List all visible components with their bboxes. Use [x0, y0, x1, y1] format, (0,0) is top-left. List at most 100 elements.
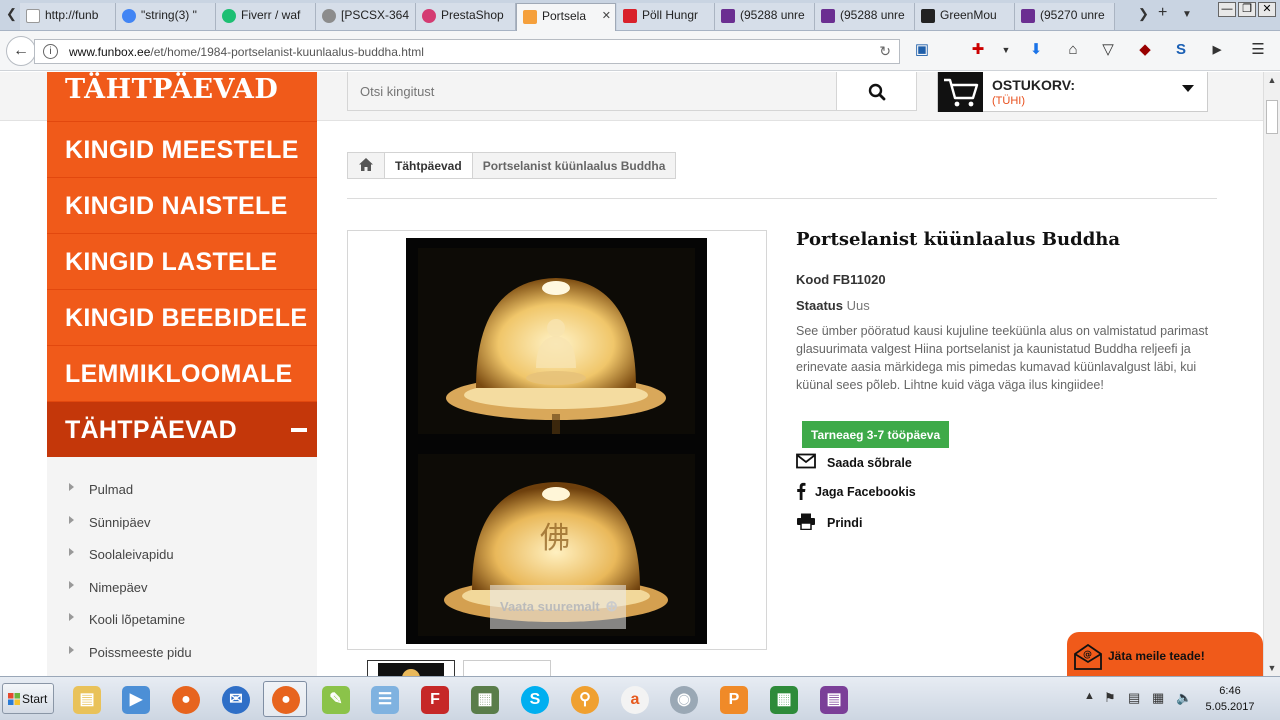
taskbar-network[interactable]: ▦: [462, 681, 506, 717]
zoom-button[interactable]: Vaata suuremalt ⊕: [490, 585, 626, 629]
minimize-icon[interactable]: —: [1218, 2, 1236, 17]
breadcrumb-category[interactable]: Tähtpäevad: [385, 153, 473, 178]
network-tray-icon[interactable]: ▦: [1152, 690, 1164, 706]
address-bar[interactable]: i www.funbox.ee/et/home/1984-portselanis…: [34, 39, 900, 64]
submenu-item[interactable]: Kooli lõpetamine: [47, 603, 317, 636]
tray-expand-icon[interactable]: ▲: [1084, 690, 1095, 702]
search-input[interactable]: [347, 72, 837, 111]
download-icon[interactable]: ⬇: [1026, 40, 1046, 60]
tab-scroll-right-icon[interactable]: ❯: [1138, 6, 1149, 22]
chevron-right-icon: [69, 483, 74, 491]
scrollbar-thumb[interactable]: [1266, 100, 1278, 134]
poll-icon: [623, 9, 637, 23]
cart-dropdown[interactable]: OSTUKORV: (TÜHI): [937, 72, 1208, 112]
browser-tab[interactable]: [PSCSX-364: [316, 3, 416, 30]
product-thumbnail[interactable]: [463, 660, 551, 676]
reload-icon[interactable]: ↻: [879, 43, 891, 60]
youtube-icon[interactable]: ▶: [1207, 40, 1227, 60]
breadcrumb-home[interactable]: [348, 153, 385, 178]
browser-nav-bar: ← i www.funbox.ee/et/home/1984-portselan…: [0, 31, 1280, 71]
page-scrollbar[interactable]: ▲ ▼: [1263, 72, 1280, 676]
sidebar-item-tahtpaevad[interactable]: TÄHTPÄEVAD: [47, 401, 317, 457]
svg-text:佛: 佛: [540, 521, 570, 556]
tab-list-icon[interactable]: ▼: [1182, 9, 1192, 20]
tray-app-icon[interactable]: ▤: [1128, 690, 1140, 706]
sidebar-item-kingid-naistele[interactable]: KINGID NAISTELE: [47, 177, 317, 233]
submenu-item[interactable]: Pulmad: [47, 473, 317, 506]
taskbar-network-tool[interactable]: ◉: [661, 681, 705, 717]
browser-tab[interactable]: Fiverr / waf: [216, 3, 316, 30]
browser-tab-active[interactable]: Portsela ✕: [516, 3, 616, 31]
taskbar-pdf[interactable]: P: [711, 681, 755, 717]
sidebar-item-kingid-beebidele[interactable]: KINGID BEEBIDELE: [47, 289, 317, 345]
browser-tab[interactable]: "string(3) ": [116, 3, 216, 30]
taskbar-spreadsheet[interactable]: ▦: [761, 681, 805, 717]
browser-tab[interactable]: (95270 unre: [1015, 3, 1115, 30]
scroll-up-icon[interactable]: ▲: [1264, 72, 1280, 88]
product-image[interactable]: 佛: [406, 238, 707, 644]
scroll-down-icon[interactable]: ▼: [1264, 660, 1280, 676]
taskbar-notepad[interactable]: ☰: [362, 681, 406, 717]
taskbar-firefox[interactable]: ●: [163, 681, 207, 717]
browser-tab[interactable]: PrestaShop: [416, 3, 516, 30]
taskbar-thunderbird[interactable]: ✉: [213, 681, 257, 717]
start-button[interactable]: Start: [2, 683, 54, 714]
save-icon[interactable]: ▣: [912, 40, 932, 60]
taskbar-avast[interactable]: a: [612, 681, 656, 717]
taskbar-skype[interactable]: S: [512, 681, 556, 717]
sidebar-item-label: KINGID NAISTELE: [65, 192, 288, 220]
taskbar-search[interactable]: ⚲: [562, 681, 606, 717]
site-logo[interactable]: TÄHTPÄEVAD: [47, 72, 317, 121]
info-icon[interactable]: i: [43, 44, 58, 59]
close-tab-icon[interactable]: ✕: [602, 9, 611, 22]
tab-scroll-left-icon[interactable]: ❮: [6, 6, 17, 22]
dropdown-icon[interactable]: ▼: [996, 40, 1016, 60]
volume-icon[interactable]: 🔈: [1176, 690, 1192, 706]
print-link[interactable]: Prindi: [796, 513, 876, 533]
taskbar-notepad-plus[interactable]: ✎: [313, 681, 357, 717]
system-clock[interactable]: 6:46 5.05.2017: [1200, 683, 1260, 715]
sidebar-item-kingid-lastele[interactable]: KINGID LASTELE: [47, 233, 317, 289]
product-thumbnail[interactable]: [367, 660, 455, 676]
home-icon[interactable]: ⌂: [1063, 40, 1083, 60]
close-window-icon[interactable]: ✕: [1258, 2, 1276, 17]
share-facebook-link[interactable]: Jaga Facebookis: [796, 482, 926, 502]
search-button[interactable]: [836, 72, 917, 111]
taskbar-firefox-active[interactable]: ●: [263, 681, 307, 717]
taskbar-explorer[interactable]: ▤: [64, 681, 108, 717]
restore-icon[interactable]: ❐: [1238, 2, 1256, 17]
mail-icon: @: [1074, 644, 1102, 670]
ublock-icon[interactable]: ◆: [1135, 40, 1155, 60]
back-button[interactable]: ←: [6, 36, 36, 66]
sidebar-item-label: LEMMIKLOOMALE: [65, 360, 293, 388]
windows-flag-icon: [8, 693, 20, 705]
action-center-flag-icon[interactable]: ⚑: [1104, 690, 1116, 706]
sidebar-item-kingid-meestele[interactable]: KINGID MEESTELE: [47, 121, 317, 177]
bookmark-add-icon[interactable]: ✚: [968, 40, 988, 60]
product-image-frame[interactable]: 佛 Vaata suuremalt ⊕: [347, 230, 767, 650]
submenu-item[interactable]: Sünnipäev: [47, 506, 317, 539]
submenu-item[interactable]: Nimepäev: [47, 571, 317, 604]
browser-tab[interactable]: http://funb: [20, 3, 116, 30]
browser-tab[interactable]: Pöll Hungr: [617, 3, 715, 30]
browser-tab[interactable]: (95288 unre: [715, 3, 815, 30]
taskbar-media-player[interactable]: ▶: [113, 681, 157, 717]
taskbar-filezilla[interactable]: F: [412, 681, 456, 717]
skype-addon-icon[interactable]: S: [1171, 40, 1191, 60]
collapse-icon[interactable]: [291, 428, 307, 432]
browser-tab[interactable]: GreenMou: [915, 3, 1015, 30]
sidebar-item-lemmikloomale[interactable]: LEMMIKLOOMALE: [47, 345, 317, 401]
submenu-item[interactable]: Soolaleivapidu: [47, 538, 317, 571]
feedback-widget[interactable]: @ Jäta meile teade!: [1067, 632, 1263, 676]
site-header: TÄHTPÄEVAD OSTUKORV: (TÜHI): [0, 72, 1263, 121]
sidebar-item-label: TÄHTPÄEVAD: [65, 416, 237, 444]
new-tab-icon[interactable]: +: [1158, 4, 1167, 22]
pocket-icon[interactable]: ▽: [1098, 40, 1118, 60]
browser-tab[interactable]: (95288 unre: [815, 3, 915, 30]
menu-icon[interactable]: ☰: [1248, 40, 1268, 60]
send-to-friend-link[interactable]: Saada sõbrale: [796, 453, 916, 473]
tab-title: (95288 unre: [840, 8, 905, 22]
submenu-item[interactable]: Poissmeeste pidu: [47, 636, 317, 669]
taskbar-winrar[interactable]: ▤: [811, 681, 855, 717]
cart-status: (TÜHI): [992, 95, 1025, 107]
